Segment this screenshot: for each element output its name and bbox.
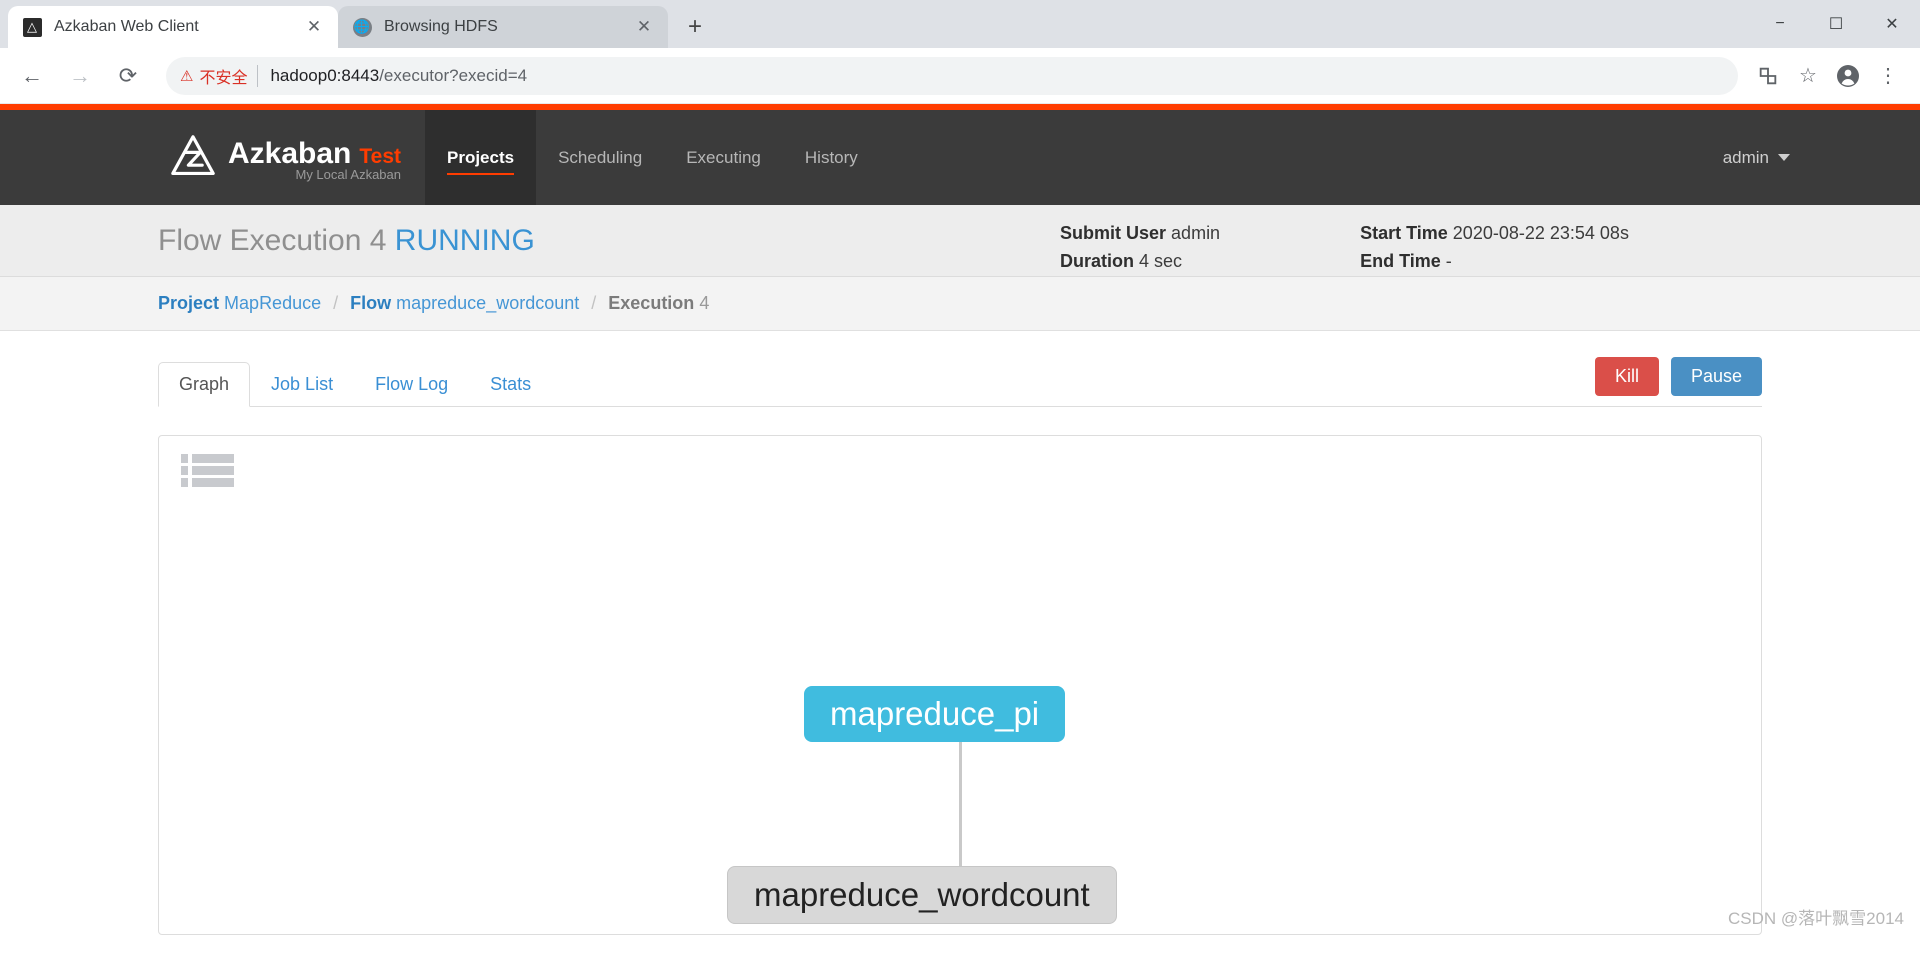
end-time-label: End Time	[1360, 251, 1441, 271]
breadcrumb-project[interactable]: Project MapReduce	[158, 293, 321, 314]
new-tab-button[interactable]: +	[678, 10, 712, 44]
breadcrumb-flow-label: Flow	[350, 293, 392, 313]
nav-item-scheduling[interactable]: Scheduling	[536, 110, 664, 205]
window-controls: − ☐ ✕	[1752, 0, 1920, 48]
breadcrumb-project-label: Project	[158, 293, 220, 313]
tab-flow-log[interactable]: Flow Log	[354, 362, 469, 407]
browser-toolbar: ← → ⟳ ⚠ 不安全 hadoop0:8443 /executor?execi…	[0, 48, 1920, 104]
graph-node-mapreduce-pi[interactable]: mapreduce_pi	[804, 686, 1066, 742]
duration-row: Duration 4 sec	[1060, 247, 1220, 275]
azkaban-nav: Projects Scheduling Executing History	[425, 110, 880, 205]
duration-label: Duration	[1060, 251, 1134, 271]
bookmark-star-icon[interactable]: ☆	[1788, 56, 1828, 96]
nav-item-executing[interactable]: Executing	[664, 110, 783, 205]
brand-tag: Test	[359, 145, 401, 168]
breadcrumb-execution: Execution 4	[608, 293, 709, 314]
azkaban-logo-icon	[171, 134, 215, 175]
azkaban-app: Azkaban Test My Local Azkaban Projects Sc…	[0, 104, 1920, 935]
breadcrumb-execution-value: 4	[699, 293, 710, 313]
azkaban-favicon: △	[22, 17, 42, 37]
brand-name: Azkaban	[228, 137, 352, 170]
execution-header: Flow Execution 4 RUNNING Submit User adm…	[0, 205, 1920, 277]
warning-triangle-icon: ⚠	[180, 67, 194, 85]
chevron-down-icon	[1778, 154, 1790, 161]
execution-meta: Submit User admin Duration 4 sec Start T…	[1060, 219, 1769, 275]
submit-user-label: Submit User	[1060, 223, 1167, 243]
reload-icon[interactable]: ⟳	[108, 56, 148, 96]
status-badge: RUNNING	[394, 223, 535, 257]
browser-window: △ Azkaban Web Client ✕ 🌐 Browsing HDFS ✕…	[0, 0, 1920, 979]
close-icon[interactable]: ✕	[302, 15, 326, 39]
maximize-icon[interactable]: ☐	[1808, 0, 1864, 48]
execution-title: Flow Execution 4	[158, 223, 387, 257]
kill-button[interactable]: Kill	[1594, 357, 1659, 396]
submit-user-value: admin	[1171, 223, 1221, 243]
browser-tab-hdfs[interactable]: 🌐 Browsing HDFS ✕	[338, 6, 668, 48]
watermark: CSDN @落叶飘雪2014	[1728, 909, 1904, 928]
translate-icon[interactable]	[1748, 56, 1788, 96]
breadcrumb-separator: /	[333, 293, 339, 313]
start-time-label: Start Time	[1360, 223, 1448, 243]
insecure-label: 不安全	[199, 69, 248, 87]
tab-job-list[interactable]: Job List	[250, 362, 354, 407]
pause-button[interactable]: Pause	[1670, 357, 1762, 396]
graph-node-mapreduce-wordcount[interactable]: mapreduce_wordcount	[727, 866, 1117, 924]
list-view-icon[interactable]	[181, 454, 234, 487]
page-title: Flow Execution 4 RUNNING	[0, 224, 535, 258]
breadcrumb-flow[interactable]: Flow mapreduce_wordcount	[350, 293, 579, 314]
meta-column-left: Submit User admin Duration 4 sec	[1060, 219, 1220, 275]
breadcrumb-flow-value: mapreduce_wordcount	[396, 293, 580, 313]
nav-item-history[interactable]: History	[783, 110, 880, 205]
browser-tab-azkaban[interactable]: △ Azkaban Web Client ✕	[8, 6, 338, 48]
minimize-icon[interactable]: −	[1752, 0, 1808, 48]
back-icon[interactable]: ←	[12, 56, 52, 96]
toolbar-icons: ☆ ⋮	[1748, 56, 1908, 96]
flow-tabs: Graph Job List Flow Log Stats Kill Pause	[158, 331, 1762, 407]
start-time-value: 2020-08-22 23:54 08s	[1452, 223, 1629, 243]
browser-tab-title: Azkaban Web Client	[54, 18, 199, 35]
user-name: admin	[1722, 147, 1769, 167]
window-close-icon[interactable]: ✕	[1864, 0, 1920, 48]
breadcrumb: Project MapReduce / Flow mapreduce_wordc…	[0, 277, 1920, 331]
browser-tabstrip: △ Azkaban Web Client ✕ 🌐 Browsing HDFS ✕…	[0, 0, 1920, 48]
user-menu[interactable]: admin	[1723, 110, 1920, 205]
breadcrumb-separator: /	[591, 293, 597, 313]
end-time-value: -	[1445, 251, 1452, 271]
nav-item-projects[interactable]: Projects	[425, 110, 537, 205]
close-icon[interactable]: ✕	[632, 15, 656, 39]
globe-icon: 🌐	[352, 17, 372, 37]
browser-menu-icon[interactable]: ⋮	[1868, 56, 1908, 96]
graph-edge	[959, 740, 962, 868]
azkaban-navbar: Azkaban Test My Local Azkaban Projects Sc…	[0, 110, 1920, 205]
profile-icon[interactable]	[1828, 56, 1868, 96]
forward-icon[interactable]: →	[60, 56, 100, 96]
submit-user-row: Submit User admin	[1060, 219, 1220, 247]
duration-value: 4 sec	[1139, 251, 1183, 271]
address-bar[interactable]: ⚠ 不安全 hadoop0:8443 /executor?execid=4	[166, 56, 1738, 95]
flow-actions: Kill Pause	[1594, 357, 1762, 406]
end-time-row: End Time -	[1360, 247, 1629, 275]
azkaban-brand[interactable]: Azkaban Test My Local Azkaban	[0, 110, 425, 205]
breadcrumb-project-value: MapReduce	[224, 293, 322, 313]
meta-column-right: Start Time 2020-08-22 23:54 08s End Time…	[1360, 219, 1629, 275]
browser-tab-title: Browsing HDFS	[384, 18, 498, 35]
start-time-row: Start Time 2020-08-22 23:54 08s	[1360, 219, 1629, 247]
breadcrumb-execution-label: Execution	[608, 293, 695, 313]
url-host: hadoop0:8443	[270, 65, 380, 85]
divider	[257, 64, 259, 87]
url-path: /executor?execid=4	[379, 65, 528, 85]
tab-graph[interactable]: Graph	[158, 362, 251, 407]
tab-stats[interactable]: Stats	[469, 362, 552, 407]
